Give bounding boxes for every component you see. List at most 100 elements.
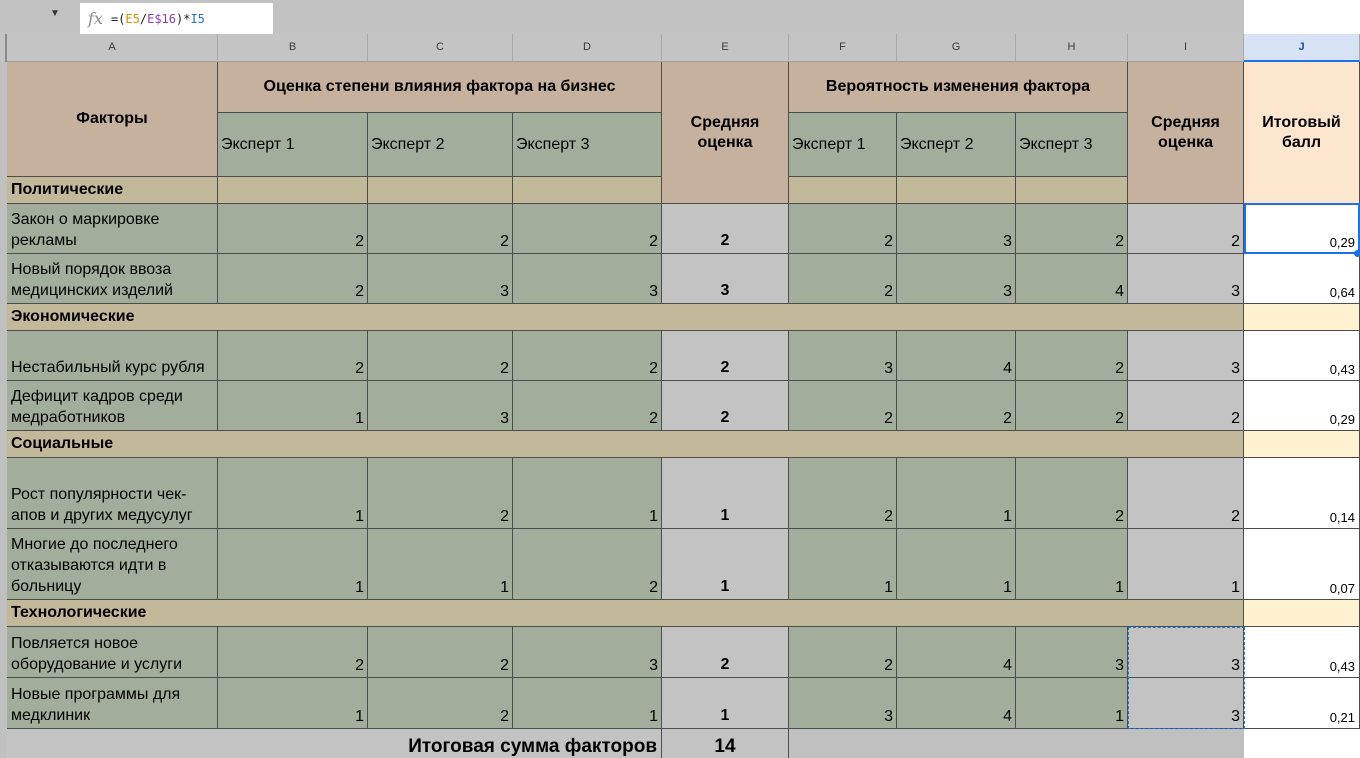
prob-expert2-cell[interactable]: 4 bbox=[897, 678, 1016, 729]
header-prob-average[interactable]: Средняя оценка bbox=[1128, 62, 1244, 204]
impact-average-cell[interactable]: 1 bbox=[662, 678, 789, 729]
column-header-f[interactable]: F bbox=[789, 34, 897, 62]
total-score-cell[interactable]: 0,14 bbox=[1244, 458, 1360, 529]
impact-average-cell[interactable]: 2 bbox=[662, 627, 789, 678]
factor-name-cell[interactable]: Повляется новое оборудование и услуги bbox=[7, 627, 218, 678]
factor-sum-label[interactable]: Итоговая сумма факторов bbox=[7, 729, 662, 758]
header-factors[interactable]: Факторы bbox=[7, 62, 218, 177]
formula-input[interactable]: fx =(E5/E$16)*I5 bbox=[80, 3, 273, 34]
category-cell[interactable] bbox=[218, 177, 368, 204]
impact-expert3-cell[interactable]: 2 bbox=[513, 204, 662, 254]
total-score-cell[interactable]: 0,43 bbox=[1244, 331, 1360, 381]
prob-average-cell[interactable]: 2 bbox=[1128, 204, 1244, 254]
category-cell[interactable] bbox=[368, 177, 513, 204]
impact-expert2-cell[interactable]: 2 bbox=[368, 458, 513, 529]
header-prob-group[interactable]: Вероятность изменения фактора bbox=[789, 62, 1128, 113]
category-technological[interactable]: Технологические bbox=[7, 600, 1244, 627]
prob-average-cell[interactable]: 3 bbox=[1128, 678, 1244, 729]
impact-average-cell[interactable]: 2 bbox=[662, 204, 789, 254]
category-cell[interactable] bbox=[789, 177, 897, 204]
header-impact-expert3[interactable]: Эксперт 3 bbox=[513, 113, 662, 177]
impact-expert3-cell[interactable]: 3 bbox=[513, 254, 662, 304]
prob-average-cell[interactable]: 2 bbox=[1128, 458, 1244, 529]
prob-expert1-cell[interactable]: 2 bbox=[789, 204, 897, 254]
impact-expert2-cell[interactable]: 2 bbox=[368, 678, 513, 729]
header-impact-average[interactable]: Средняя оценка bbox=[662, 62, 789, 204]
prob-expert2-cell[interactable]: 2 bbox=[897, 381, 1016, 431]
impact-average-cell[interactable]: 1 bbox=[662, 529, 789, 600]
prob-expert1-cell[interactable]: 2 bbox=[789, 458, 897, 529]
column-header-h[interactable]: H bbox=[1016, 34, 1128, 62]
impact-expert2-cell[interactable]: 2 bbox=[368, 204, 513, 254]
impact-average-cell[interactable]: 1 bbox=[662, 458, 789, 529]
category-cell[interactable] bbox=[897, 177, 1016, 204]
header-total-score[interactable]: Итоговый балл bbox=[1244, 62, 1360, 204]
prob-average-cell[interactable]: 3 bbox=[1128, 627, 1244, 678]
factor-sum-value[interactable]: 14 bbox=[662, 729, 789, 758]
factor-name-cell[interactable]: Многие до последнего отказываются идти в… bbox=[7, 529, 218, 600]
category-social[interactable]: Социальные bbox=[7, 431, 1244, 458]
name-box-dropdown-icon[interactable]: ▼ bbox=[50, 8, 60, 19]
impact-expert3-cell[interactable]: 3 bbox=[513, 627, 662, 678]
impact-expert1-cell[interactable]: 1 bbox=[218, 381, 368, 431]
prob-average-cell[interactable]: 3 bbox=[1128, 254, 1244, 304]
impact-expert1-cell[interactable]: 2 bbox=[218, 254, 368, 304]
prob-expert3-cell[interactable]: 2 bbox=[1016, 458, 1128, 529]
category-total-cell[interactable] bbox=[1244, 431, 1360, 458]
header-prob-expert3[interactable]: Эксперт 3 bbox=[1016, 113, 1128, 177]
prob-expert3-cell[interactable]: 3 bbox=[1016, 627, 1128, 678]
header-prob-expert1[interactable]: Эксперт 1 bbox=[789, 113, 897, 177]
total-score-cell[interactable]: 0,29 bbox=[1244, 204, 1360, 254]
prob-expert2-cell[interactable]: 4 bbox=[897, 627, 1016, 678]
prob-average-cell[interactable]: 1 bbox=[1128, 529, 1244, 600]
category-political[interactable]: Политические bbox=[7, 177, 218, 204]
prob-expert2-cell[interactable]: 1 bbox=[897, 458, 1016, 529]
category-total-cell[interactable] bbox=[1244, 304, 1360, 331]
prob-expert2-cell[interactable]: 3 bbox=[897, 254, 1016, 304]
header-impact-expert1[interactable]: Эксперт 1 bbox=[218, 113, 368, 177]
impact-expert3-cell[interactable]: 1 bbox=[513, 678, 662, 729]
total-score-cell[interactable]: 0,07 bbox=[1244, 529, 1360, 600]
impact-expert1-cell[interactable]: 2 bbox=[218, 204, 368, 254]
header-impact-expert2[interactable]: Эксперт 2 bbox=[368, 113, 513, 177]
impact-expert2-cell[interactable]: 1 bbox=[368, 529, 513, 600]
impact-average-cell[interactable]: 2 bbox=[662, 381, 789, 431]
prob-expert3-cell[interactable]: 1 bbox=[1016, 678, 1128, 729]
empty-cell-j17[interactable] bbox=[1244, 729, 1360, 758]
factor-name-cell[interactable]: Новый порядок ввоза медицинских изделий bbox=[7, 254, 218, 304]
impact-expert3-cell[interactable]: 2 bbox=[513, 529, 662, 600]
prob-average-cell[interactable]: 3 bbox=[1128, 331, 1244, 381]
impact-expert2-cell[interactable]: 3 bbox=[368, 254, 513, 304]
impact-expert1-cell[interactable]: 1 bbox=[218, 529, 368, 600]
prob-expert1-cell[interactable]: 2 bbox=[789, 627, 897, 678]
column-header-b[interactable]: B bbox=[218, 34, 368, 62]
prob-average-cell[interactable]: 2 bbox=[1128, 381, 1244, 431]
category-economic[interactable]: Экономические bbox=[7, 304, 1244, 331]
factor-name-cell[interactable]: Рост популярности чек-апов и других меду… bbox=[7, 458, 218, 529]
column-header-j[interactable]: J bbox=[1244, 34, 1360, 62]
prob-expert1-cell[interactable]: 2 bbox=[789, 381, 897, 431]
prob-expert3-cell[interactable]: 4 bbox=[1016, 254, 1128, 304]
prob-expert1-cell[interactable]: 3 bbox=[789, 678, 897, 729]
prob-expert1-cell[interactable]: 3 bbox=[789, 331, 897, 381]
fill-handle[interactable] bbox=[1354, 250, 1360, 257]
total-score-cell[interactable]: 0,21 bbox=[1244, 678, 1360, 729]
total-score-cell[interactable]: 0,29 bbox=[1244, 381, 1360, 431]
prob-expert3-cell[interactable]: 2 bbox=[1016, 381, 1128, 431]
impact-expert2-cell[interactable]: 3 bbox=[368, 381, 513, 431]
select-all-corner[interactable] bbox=[0, 34, 7, 62]
prob-expert2-cell[interactable]: 1 bbox=[897, 529, 1016, 600]
column-header-i[interactable]: I bbox=[1128, 34, 1244, 62]
header-impact-group[interactable]: Оценка степени влияния фактора на бизнес bbox=[218, 62, 662, 113]
impact-expert3-cell[interactable]: 2 bbox=[513, 381, 662, 431]
category-total-cell[interactable] bbox=[1244, 600, 1360, 627]
prob-expert2-cell[interactable]: 3 bbox=[897, 204, 1016, 254]
total-score-cell[interactable]: 0,64 bbox=[1244, 254, 1360, 304]
impact-expert1-cell[interactable]: 2 bbox=[218, 331, 368, 381]
total-score-cell[interactable]: 0,43 bbox=[1244, 627, 1360, 678]
prob-expert3-cell[interactable]: 2 bbox=[1016, 331, 1128, 381]
column-header-e[interactable]: E bbox=[662, 34, 789, 62]
factor-name-cell[interactable]: Закон о маркировке рекламы bbox=[7, 204, 218, 254]
column-header-a[interactable]: A bbox=[7, 34, 218, 62]
prob-expert1-cell[interactable]: 1 bbox=[789, 529, 897, 600]
